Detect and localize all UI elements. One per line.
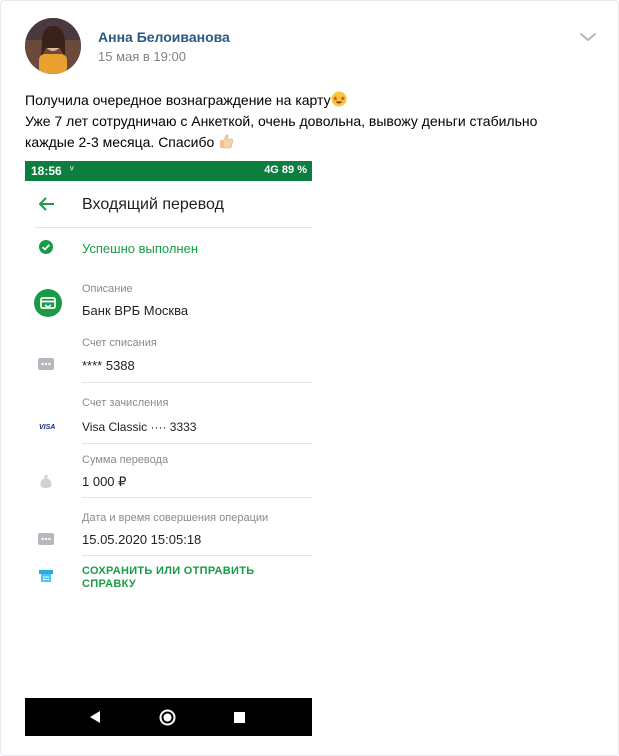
status-indicators: 4G 89 % xyxy=(264,164,307,176)
field-label: Описание xyxy=(82,283,133,295)
post-date[interactable]: 15 мая в 19:00 xyxy=(98,49,186,64)
check-circle-icon xyxy=(39,240,53,254)
nav-home-icon[interactable] xyxy=(159,709,176,726)
divider xyxy=(82,497,312,498)
author-name[interactable]: Анна Белоиванова xyxy=(98,29,230,45)
post-text-line: Получила очередное вознаграждение на кар… xyxy=(25,90,605,111)
post-card: Анна Белоиванова 15 мая в 19:00 Получила… xyxy=(0,0,619,756)
field-value: **** 5388 xyxy=(82,358,135,373)
post-text-line: каждые 2-3 месяца. Спасибо xyxy=(25,132,605,153)
action-line-2: СПРАВКУ xyxy=(82,578,137,590)
android-nav-bar xyxy=(25,698,312,736)
field-label: Сумма перевода xyxy=(82,454,169,466)
star-struck-emoji-icon xyxy=(331,91,347,107)
divider xyxy=(35,227,312,228)
save-or-send-receipt-button[interactable]: СОХРАНИТЬ ИЛИ ОТПРАВИТЬ СПРАВКУ xyxy=(82,565,282,591)
bank-app-screenshot[interactable]: 18:56 ᵛ 4G 89 % Входящий перевод Успешно… xyxy=(25,161,312,736)
field-value: Банк ВРБ Москва xyxy=(82,303,189,318)
chevron-down-icon[interactable] xyxy=(579,31,597,43)
nav-back-icon[interactable] xyxy=(89,711,101,723)
field-value: 1 000 ₽ xyxy=(82,474,127,489)
post-text-line-1: Получила очередное вознаграждение на кар… xyxy=(25,92,331,108)
card-icon xyxy=(38,533,54,545)
status-time: 18:56 xyxy=(31,164,62,178)
card-icon xyxy=(38,358,54,370)
field-value: Visa Classic ···· 3333 xyxy=(82,420,197,434)
status-text: Успешно выполнен xyxy=(82,241,199,256)
field-value: 15.05.2020 15:05:18 xyxy=(82,532,202,547)
nav-recents-icon[interactable] xyxy=(234,712,245,723)
divider xyxy=(82,443,312,444)
status-bar: 18:56 ᵛ 4G 89 % xyxy=(25,161,312,181)
field-label: Счет списания xyxy=(82,337,157,349)
visa-icon: VISA xyxy=(39,424,56,431)
back-arrow-icon[interactable] xyxy=(39,197,55,211)
bank-card-icon xyxy=(34,289,62,317)
post-text-line-3: каждые 2-3 месяца. Спасибо xyxy=(25,134,215,150)
money-bag-icon xyxy=(40,475,52,488)
divider xyxy=(82,382,312,383)
notification-icon: ᵛ xyxy=(70,164,74,176)
action-line-1: СОХРАНИТЬ ИЛИ ОТПРАВИТЬ xyxy=(82,565,255,577)
author-avatar[interactable] xyxy=(25,18,81,74)
post-text-line: Уже 7 лет сотрудничаю с Анкеткой, очень … xyxy=(25,111,605,132)
screen-title: Входящий перевод xyxy=(82,196,224,213)
field-label: Счет зачисления xyxy=(82,397,169,409)
post-text: Получила очередное вознаграждение на кар… xyxy=(25,90,605,153)
post-text-line-2: Уже 7 лет сотрудничаю с Анкеткой, очень … xyxy=(25,113,538,129)
divider xyxy=(82,555,312,556)
field-label: Дата и время совершения операции xyxy=(82,512,269,524)
thumbs-up-emoji-icon xyxy=(220,134,234,149)
save-document-icon[interactable] xyxy=(39,570,53,582)
